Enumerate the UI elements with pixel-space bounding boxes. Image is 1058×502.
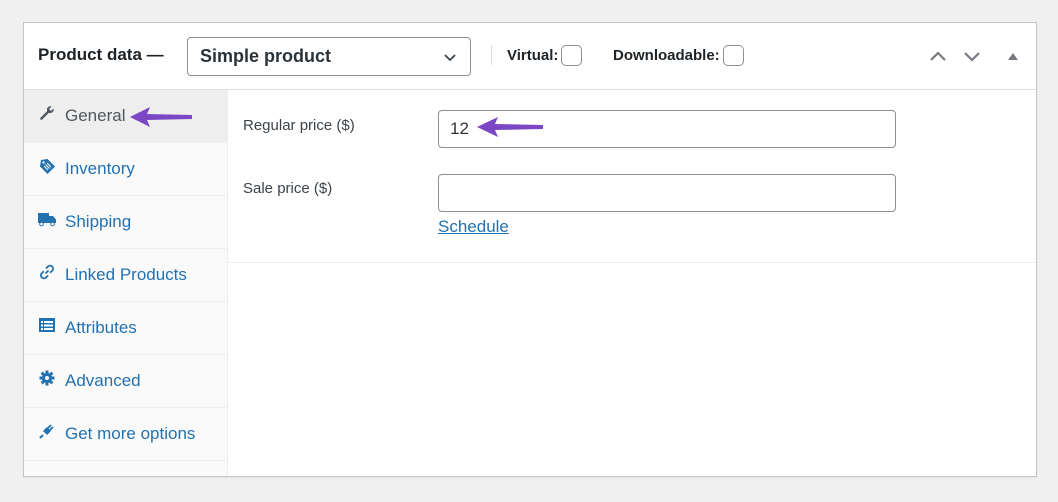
downloadable-option[interactable]: Downloadable: — [613, 45, 744, 66]
gear-icon — [38, 369, 56, 387]
panel-title: Product data — — [38, 45, 164, 64]
tab-label: Attributes — [65, 318, 137, 337]
product-data-tabs: General Inventory Shipping Linked Produc… — [24, 90, 228, 476]
downloadable-label: Downloadable: — [613, 47, 720, 64]
chevron-down-icon — [964, 52, 980, 62]
regular-price-input[interactable]: 12 — [438, 110, 896, 148]
tab-linked-products[interactable]: Linked Products — [24, 249, 227, 302]
tag-icon — [38, 157, 56, 175]
tab-label: Get more options — [65, 424, 196, 443]
chevron-up-icon — [930, 51, 946, 61]
tab-label: Linked Products — [65, 265, 187, 284]
tab-advanced[interactable]: Advanced — [24, 355, 227, 408]
truck-icon — [38, 210, 56, 228]
list-table-icon — [38, 316, 56, 334]
tab-label: General — [65, 106, 126, 125]
triangle-up-icon — [1008, 53, 1018, 60]
header-divider — [491, 45, 492, 65]
sale-price-input[interactable] — [438, 174, 896, 212]
virtual-label: Virtual: — [507, 47, 559, 64]
virtual-checkbox[interactable] — [561, 45, 583, 66]
chevron-down-icon — [444, 54, 456, 62]
move-up-button[interactable] — [927, 45, 949, 67]
schedule-link[interactable]: Schedule — [438, 217, 509, 237]
general-tab-panel: Regular price ($) 12 Sale price ($) Sche… — [228, 90, 1036, 263]
sale-price-label: Sale price ($) — [243, 180, 333, 197]
downloadable-checkbox[interactable] — [722, 45, 744, 66]
virtual-option[interactable]: Virtual: — [507, 45, 583, 66]
tab-get-more-options[interactable]: Get more options — [24, 408, 227, 461]
tab-label: Advanced — [65, 371, 141, 390]
wrench-icon — [38, 104, 56, 122]
tab-shipping[interactable]: Shipping — [24, 196, 227, 249]
product-data-panel: Product data — Simple product Virtual: D… — [23, 22, 1037, 477]
panel-header: Product data — Simple product Virtual: D… — [24, 23, 1036, 90]
plugin-icon — [38, 422, 56, 440]
tab-inventory[interactable]: Inventory — [24, 143, 227, 196]
product-type-value: Simple product — [200, 46, 332, 66]
regular-price-label: Regular price ($) — [243, 117, 355, 134]
product-type-select[interactable]: Simple product — [187, 37, 471, 76]
tab-attributes[interactable]: Attributes — [24, 302, 227, 355]
regular-price-value: 12 — [450, 119, 469, 138]
move-down-button[interactable] — [961, 45, 983, 67]
tab-label: Shipping — [65, 212, 132, 231]
toggle-panel-button[interactable] — [1002, 45, 1024, 67]
tab-general[interactable]: General — [24, 90, 227, 143]
link-icon — [38, 263, 56, 281]
tab-label: Inventory — [65, 159, 135, 178]
